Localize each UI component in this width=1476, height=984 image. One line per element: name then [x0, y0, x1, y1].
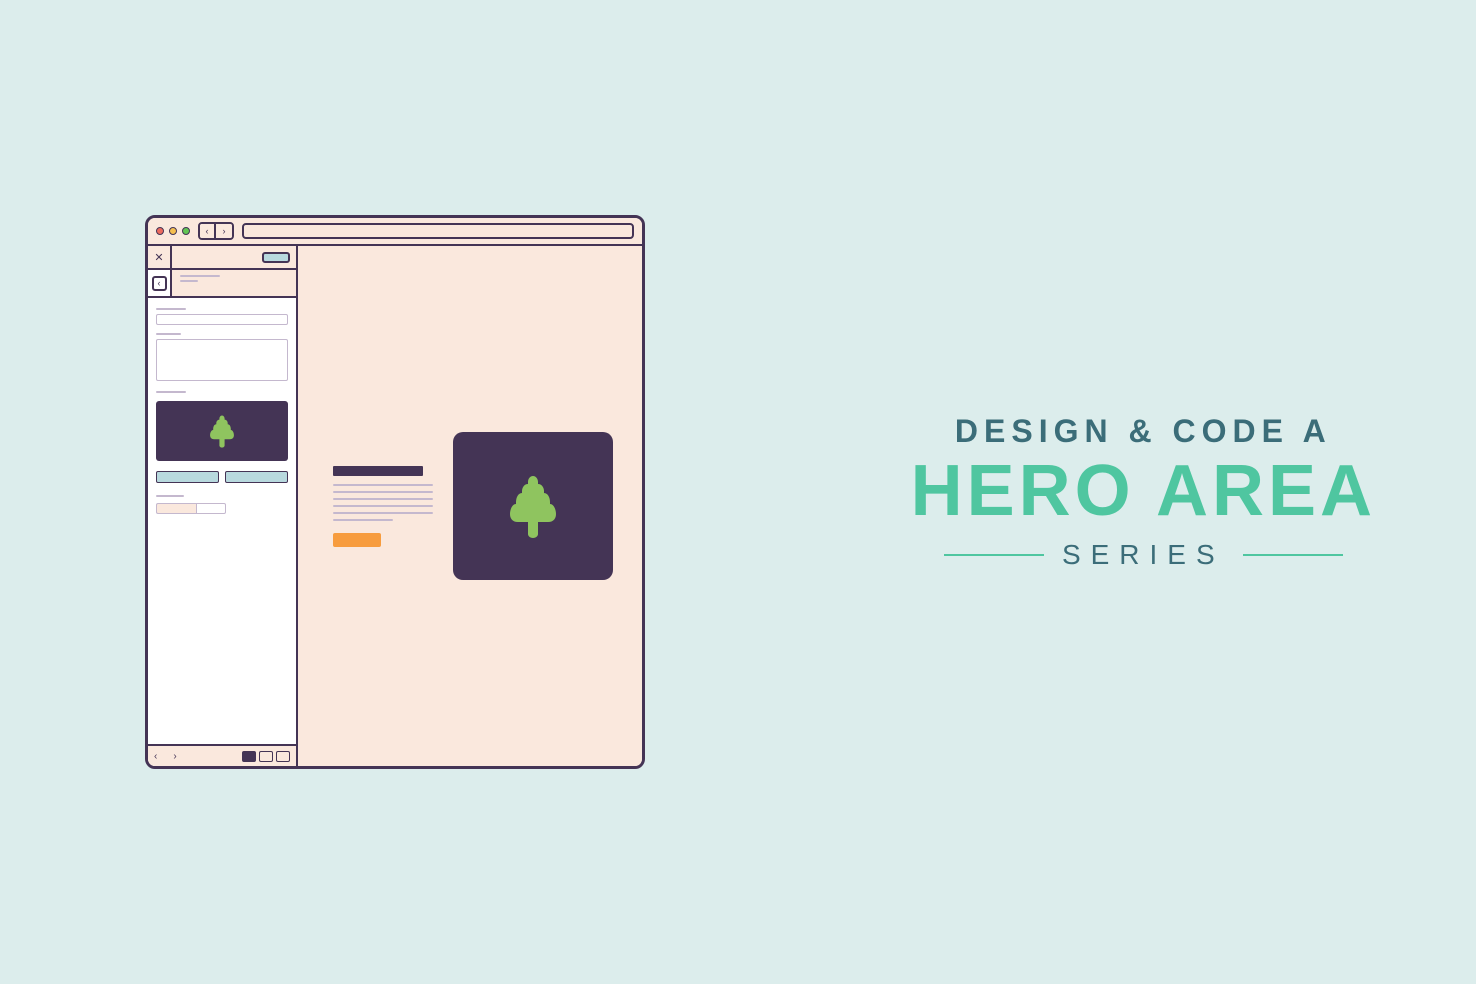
main-area: ✕ ‹ [148, 246, 642, 766]
sidebar-header-spacer [172, 246, 256, 268]
sidebar-back-button[interactable]: ‹ [152, 276, 167, 291]
sidebar-button-row [156, 471, 288, 483]
title-overline: DESIGN & CODE A [955, 413, 1332, 450]
nav-back-button[interactable]: ‹ [200, 224, 216, 238]
hero-body-lines [333, 484, 433, 521]
sidebar-header-row-1: ✕ [148, 246, 296, 270]
sidebar-body [148, 298, 296, 744]
sidebar-action-button-1[interactable] [156, 471, 219, 483]
series-title: DESIGN & CODE A HERO AREA SERIES [911, 413, 1376, 571]
hero-image-card [453, 432, 613, 580]
hero-cta-button[interactable] [333, 533, 381, 547]
hero-heading-placeholder [333, 466, 423, 476]
design-app-mockup: ‹ › ✕ ‹ [145, 215, 645, 769]
segmented-control [156, 503, 288, 514]
view-mode-2[interactable] [259, 751, 273, 762]
field-label [156, 391, 186, 393]
placeholder-line [180, 275, 220, 277]
placeholder-line [333, 512, 433, 514]
view-mode-1[interactable] [242, 751, 256, 762]
text-input[interactable] [156, 314, 288, 325]
footer-prev-icon[interactable]: ‹ [154, 751, 157, 762]
view-mode-3[interactable] [276, 751, 290, 762]
title-subline: SERIES [1062, 539, 1225, 571]
placeholder-line [333, 505, 433, 507]
maximize-window-button[interactable] [182, 227, 190, 235]
title-main: HERO AREA [911, 452, 1376, 531]
field-label [156, 333, 181, 335]
textarea-input[interactable] [156, 339, 288, 381]
segment-option-2[interactable] [196, 503, 226, 514]
nav-back-forward: ‹ › [198, 222, 234, 240]
inspector-sidebar: ✕ ‹ [148, 246, 298, 766]
close-window-button[interactable] [156, 227, 164, 235]
design-canvas [298, 246, 642, 766]
decorative-rule-left [944, 554, 1044, 556]
url-bar[interactable] [242, 223, 634, 239]
minimize-window-button[interactable] [169, 227, 177, 235]
hero-text-block [333, 466, 433, 547]
placeholder-line [333, 498, 433, 500]
field-label [156, 308, 186, 310]
title-subline-wrap: SERIES [944, 539, 1343, 571]
tree-icon [506, 474, 560, 538]
sidebar-breadcrumb [172, 270, 296, 296]
nav-forward-button[interactable]: › [216, 224, 232, 238]
decorative-rule-right [1243, 554, 1343, 556]
segment-option-1[interactable] [156, 503, 196, 514]
sidebar-back-cell: ‹ [148, 270, 172, 296]
image-preview [156, 401, 288, 461]
placeholder-line [333, 484, 433, 486]
footer-next-icon[interactable]: › [173, 751, 176, 762]
footer-nav: ‹ › [154, 751, 177, 762]
tree-icon [208, 414, 236, 448]
sidebar-pill-button[interactable] [262, 252, 290, 263]
sidebar-footer: ‹ › [148, 744, 296, 766]
window-titlebar: ‹ › [148, 218, 642, 246]
sidebar-action-button-2[interactable] [225, 471, 288, 483]
sidebar-close-button[interactable]: ✕ [148, 246, 172, 268]
sidebar-header-row-2: ‹ [148, 270, 296, 298]
sidebar-pill-container [256, 246, 296, 268]
placeholder-line [333, 491, 433, 493]
field-label [156, 495, 184, 497]
footer-view-switcher [242, 751, 290, 762]
placeholder-line [180, 280, 198, 282]
traffic-lights [156, 227, 190, 235]
placeholder-line [333, 519, 393, 521]
